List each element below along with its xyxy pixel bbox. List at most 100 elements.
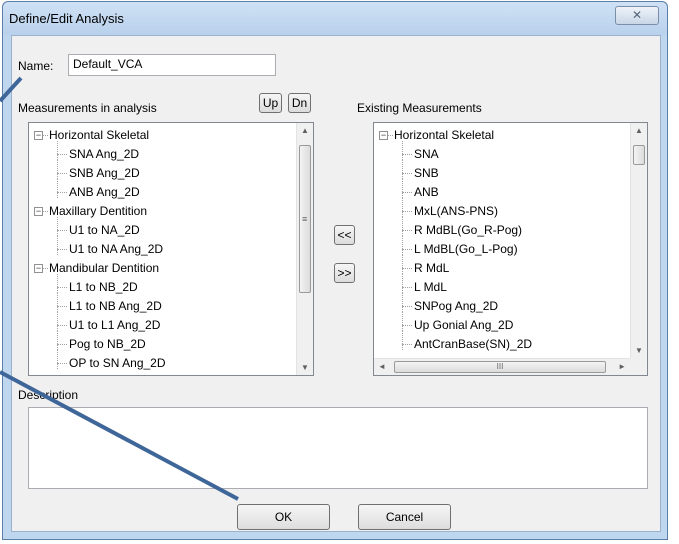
tree-connector <box>402 287 412 288</box>
tree-connector <box>388 135 393 136</box>
remove-from-analysis-button[interactable]: >> <box>334 263 355 283</box>
cancel-button[interactable]: Cancel <box>358 504 451 530</box>
grip-icon: III <box>496 362 504 371</box>
tree-group[interactable]: Maxillary Dentition <box>49 202 147 221</box>
tree-item[interactable]: L1 to NB Ang_2D <box>69 297 162 316</box>
tree-connector <box>57 331 58 350</box>
tree-connector <box>57 179 58 198</box>
tree-connector <box>402 198 403 217</box>
tree-connector <box>402 179 403 198</box>
title-bar[interactable]: Define/Edit Analysis ✕ <box>3 2 667 35</box>
collapse-toggle-icon[interactable]: − <box>34 264 43 273</box>
tree-item[interactable]: L1 to NB_2D <box>69 278 138 297</box>
tree-group[interactable]: Mandibular Dentition <box>49 259 159 278</box>
collapse-toggle-icon[interactable]: − <box>34 207 43 216</box>
tree-connector <box>43 135 48 136</box>
existing-scroll-thumb[interactable] <box>633 145 645 165</box>
tree-connector <box>57 363 67 364</box>
tree-item[interactable]: L MdL <box>414 278 447 297</box>
tree-connector <box>402 141 403 160</box>
tree-connector <box>402 274 403 293</box>
dn-button[interactable]: Dn <box>288 93 311 113</box>
tree-connector <box>402 268 412 269</box>
tree-item[interactable]: Pog to NB_2D <box>69 335 146 354</box>
analysis-label: Measurements in analysis <box>18 101 157 115</box>
scroll-down-icon[interactable]: ▼ <box>635 346 643 355</box>
window-title: Define/Edit Analysis <box>9 11 124 26</box>
tree-item[interactable]: OP to SN Ang_2D <box>69 354 166 373</box>
existing-label: Existing Measurements <box>357 101 482 115</box>
tree-connector <box>57 325 67 326</box>
tree-connector <box>402 325 412 326</box>
existing-horizontal-scrollbar[interactable]: ◄ III ► <box>374 358 630 375</box>
tree-connector <box>402 344 412 345</box>
tree-item[interactable]: AntCranBase(SN)_2D <box>414 335 532 354</box>
tree-connector <box>402 249 412 250</box>
scroll-up-icon[interactable]: ▲ <box>301 126 309 135</box>
tree-connector <box>43 211 48 212</box>
tree-item[interactable]: MxL(ANS-PNS) <box>414 202 498 221</box>
tree-item[interactable]: ANB <box>414 183 439 202</box>
dialog-body: Name: Default_VCA Measurements in analys… <box>11 35 661 532</box>
tree-connector <box>57 192 67 193</box>
collapse-toggle-icon[interactable]: − <box>379 131 388 140</box>
grip-icon: ≡ <box>302 214 308 224</box>
scroll-right-icon[interactable]: ► <box>618 362 626 371</box>
description-input[interactable] <box>28 407 648 489</box>
analysis-scroll-thumb[interactable]: ≡ <box>299 145 311 293</box>
tree-connector <box>57 344 67 345</box>
add-to-analysis-button[interactable]: << <box>334 225 355 245</box>
scroll-up-icon[interactable]: ▲ <box>635 126 643 135</box>
existing-hscroll-thumb[interactable]: III <box>394 361 606 373</box>
collapse-toggle-icon[interactable]: − <box>34 131 43 140</box>
name-input-value: Default_VCA <box>73 57 143 71</box>
tree-connector <box>57 173 67 174</box>
up-button[interactable]: Up <box>259 93 282 113</box>
tree-connector <box>402 192 412 193</box>
tree-item[interactable]: SNA <box>414 145 439 164</box>
tree-item[interactable]: U1 to NA Ang_2D <box>69 240 163 259</box>
tree-connector <box>57 350 58 369</box>
tree-connector <box>402 293 403 312</box>
tree-connector <box>402 230 412 231</box>
tree-item[interactable]: SNPog Ang_2D <box>414 297 498 316</box>
analysis-vertical-scrollbar[interactable]: ▲ ≡ ▼ <box>296 123 313 375</box>
tree-connector <box>402 306 412 307</box>
tree-item[interactable]: SNB <box>414 164 439 183</box>
name-input[interactable]: Default_VCA <box>68 54 276 76</box>
tree-connector <box>402 154 412 155</box>
tree-item[interactable]: U1 to NA_2D <box>69 221 140 240</box>
tree-item[interactable]: SNB Ang_2D <box>69 164 140 183</box>
tree-connector <box>57 230 67 231</box>
close-button[interactable]: ✕ <box>615 6 659 25</box>
tree-item[interactable]: L MdBL(Go_L-Pog) <box>414 240 518 259</box>
tree-item[interactable]: Up Gonial Ang_2D <box>414 316 513 335</box>
tree-item[interactable]: ANB Ang_2D <box>69 183 140 202</box>
dialog-window: Define/Edit Analysis ✕ Name: Default_VCA… <box>2 1 668 540</box>
ok-button[interactable]: OK <box>237 504 330 530</box>
tree-connector <box>402 255 403 274</box>
scroll-left-icon[interactable]: ◄ <box>378 362 386 371</box>
tree-connector <box>57 160 58 179</box>
tree-connector <box>402 312 403 331</box>
analysis-tree[interactable]: − Horizontal Skeletal SNA Ang_2D SNB Ang_2D… <box>28 122 314 376</box>
tree-item[interactable]: R MdBL(Go_R-Pog) <box>414 221 522 240</box>
tree-group[interactable]: Horizontal Skeletal <box>49 126 149 145</box>
tree-group[interactable]: Horizontal Skeletal <box>394 126 494 145</box>
tree-connector <box>57 249 67 250</box>
description-label: Description <box>18 388 79 402</box>
tree-connector <box>402 160 403 179</box>
tree-connector <box>57 287 67 288</box>
existing-vertical-scrollbar[interactable]: ▲ ▼ <box>630 123 647 358</box>
tree-connector <box>57 217 58 236</box>
tree-item[interactable]: SNA Ang_2D <box>69 145 139 164</box>
tree-connector <box>402 217 403 236</box>
tree-item[interactable]: U1 to L1 Ang_2D <box>69 316 160 335</box>
name-label: Name: <box>18 59 54 73</box>
tree-item[interactable]: R MdL <box>414 259 449 278</box>
tree-connector <box>57 236 58 255</box>
scroll-down-icon[interactable]: ▼ <box>301 363 309 372</box>
tree-connector <box>57 154 67 155</box>
existing-tree[interactable]: − Horizontal Skeletal SNA SNB ANB MxL(ANS-PNS… <box>373 122 648 376</box>
tree-connector <box>57 306 67 307</box>
